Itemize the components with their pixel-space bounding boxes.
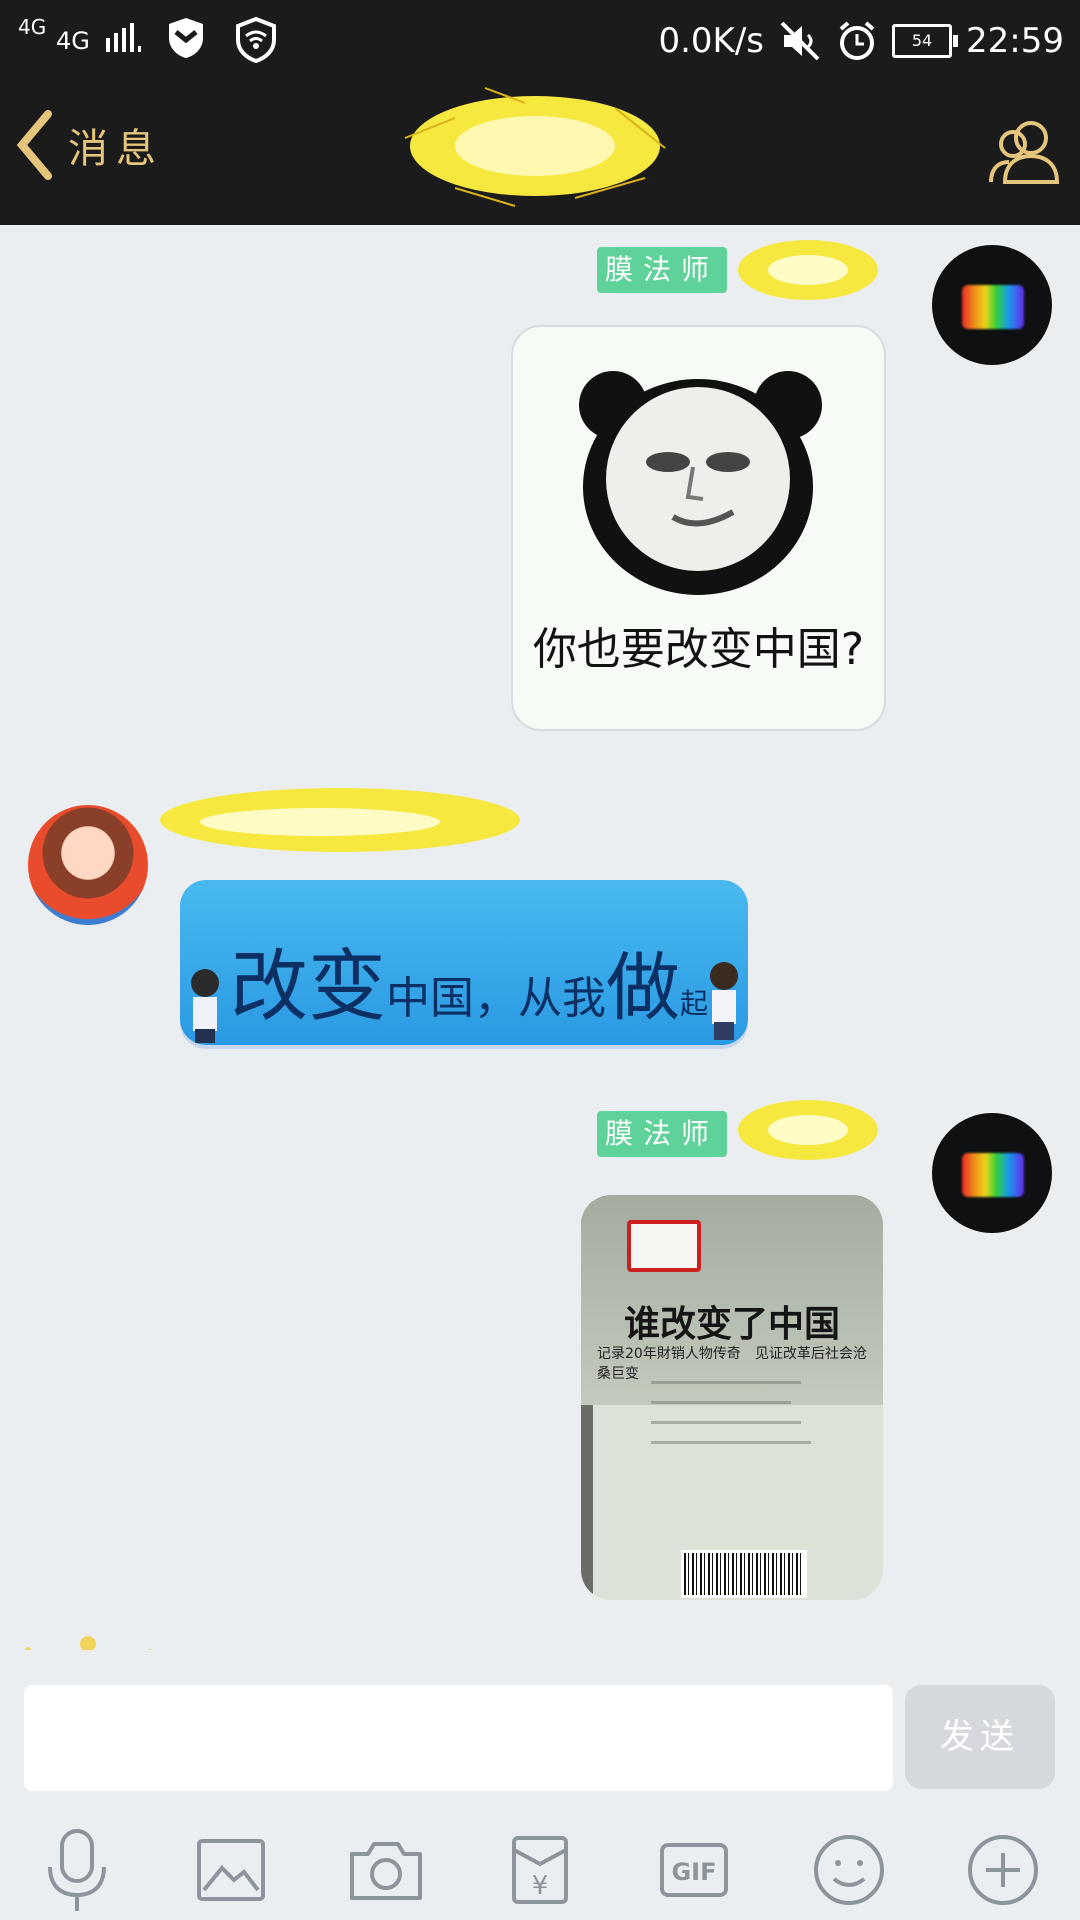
slogan-text: 改变中国，从我做起 bbox=[230, 924, 708, 1036]
friend-avatar[interactable] bbox=[28, 805, 148, 925]
library-label bbox=[627, 1220, 701, 1272]
book-title: 谁改变了中国 bbox=[623, 1303, 840, 1345]
smiley-icon bbox=[813, 1835, 884, 1905]
plus-icon bbox=[967, 1835, 1038, 1905]
spectrum-graphic bbox=[962, 285, 1024, 329]
book-subtitle: 记录20年財销人物传奇 见证改革后社会沧桑巨变 bbox=[597, 1346, 867, 1382]
book-photo-bubble[interactable]: 谁改变了中国 记录20年財销人物传奇 见证改革后社会沧桑巨变 bbox=[581, 1195, 883, 1600]
redacted-title-scribble bbox=[404, 87, 666, 207]
redacted-name-scribble bbox=[160, 788, 520, 852]
group-members-icon[interactable] bbox=[985, 112, 1065, 192]
red-packet-button[interactable]: ¥ bbox=[495, 1825, 585, 1915]
slogan-image-bubble[interactable]: 改变中国，从我做起 bbox=[180, 880, 748, 1045]
slogan-part-3: 做 bbox=[606, 945, 681, 1031]
sticker-bubble[interactable]: 你也要改变中国? bbox=[511, 325, 886, 731]
status-right: 0.0K/s 54 22:59 bbox=[658, 18, 1064, 64]
self-avatar[interactable] bbox=[932, 1113, 1052, 1233]
cover-text-line bbox=[651, 1401, 791, 1404]
more-button[interactable] bbox=[958, 1825, 1048, 1915]
cover-text-line bbox=[651, 1421, 801, 1424]
emoji-button[interactable] bbox=[804, 1825, 894, 1915]
signal-bars-icon bbox=[106, 23, 141, 52]
clock: 22:59 bbox=[966, 21, 1064, 61]
back-arrow-icon bbox=[16, 110, 52, 180]
redacted-name-scribble bbox=[738, 1100, 878, 1160]
microphone-icon bbox=[48, 1829, 107, 1911]
network-type-small: 4G bbox=[18, 15, 47, 39]
camera-icon bbox=[349, 1842, 422, 1900]
gif-label: GIF bbox=[672, 1858, 717, 1886]
redacted-name-scribble bbox=[738, 240, 878, 300]
barcode bbox=[681, 1550, 807, 1598]
sender-badge: 膜法师 bbox=[597, 247, 727, 293]
back-label: 消息 bbox=[68, 126, 164, 172]
photo-button[interactable] bbox=[186, 1825, 276, 1915]
sender-badge: 膜法师 bbox=[597, 1111, 727, 1157]
send-button[interactable]: 发送 bbox=[905, 1685, 1055, 1789]
battery-icon: 54 bbox=[892, 24, 959, 58]
alarm-icon bbox=[839, 21, 875, 60]
camera-button[interactable] bbox=[341, 1825, 431, 1915]
mute-icon bbox=[780, 21, 820, 61]
gif-icon: GIF bbox=[660, 1843, 729, 1897]
status-bar: 4G 4G 0.0K/s 54 22:59 bbox=[0, 0, 1080, 80]
red-packet-symbol: ¥ bbox=[532, 1871, 549, 1901]
network-speed: 0.0K/s bbox=[658, 21, 765, 61]
back-button[interactable]: 消息 bbox=[14, 110, 164, 180]
sticker-caption: 你也要改变中国? bbox=[532, 624, 865, 675]
slogan-part-2: 中国，从我 bbox=[386, 973, 607, 1024]
composer: 发送 ¥ GIF bbox=[0, 1650, 1080, 1920]
red-packet-icon: ¥ bbox=[511, 1836, 568, 1904]
voice-button[interactable] bbox=[32, 1825, 122, 1915]
cartoon-boy-figure bbox=[191, 969, 219, 1043]
spectrum-graphic bbox=[962, 1153, 1024, 1197]
slogan-part-1: 改变 bbox=[230, 942, 387, 1032]
shield-icon bbox=[169, 18, 203, 58]
input-toolbar: ¥ GIF bbox=[0, 1820, 1080, 1920]
gif-button[interactable]: GIF bbox=[649, 1825, 739, 1915]
cover-text-line bbox=[651, 1381, 801, 1384]
cover-text-line bbox=[651, 1441, 811, 1444]
self-avatar[interactable] bbox=[932, 245, 1052, 365]
vpn-shield-icon bbox=[236, 16, 276, 64]
network-type: 4G bbox=[56, 27, 90, 55]
chat-area[interactable]: 膜法师 你也要改变中国? 改变中国，从我做起 膜法师 谁改变了中国 记录20年財… bbox=[0, 225, 1080, 1650]
message-input[interactable] bbox=[24, 1685, 893, 1791]
image-icon bbox=[197, 1839, 266, 1901]
cartoon-girl-figure bbox=[710, 962, 738, 1040]
panda-meme-sticker bbox=[579, 371, 822, 595]
